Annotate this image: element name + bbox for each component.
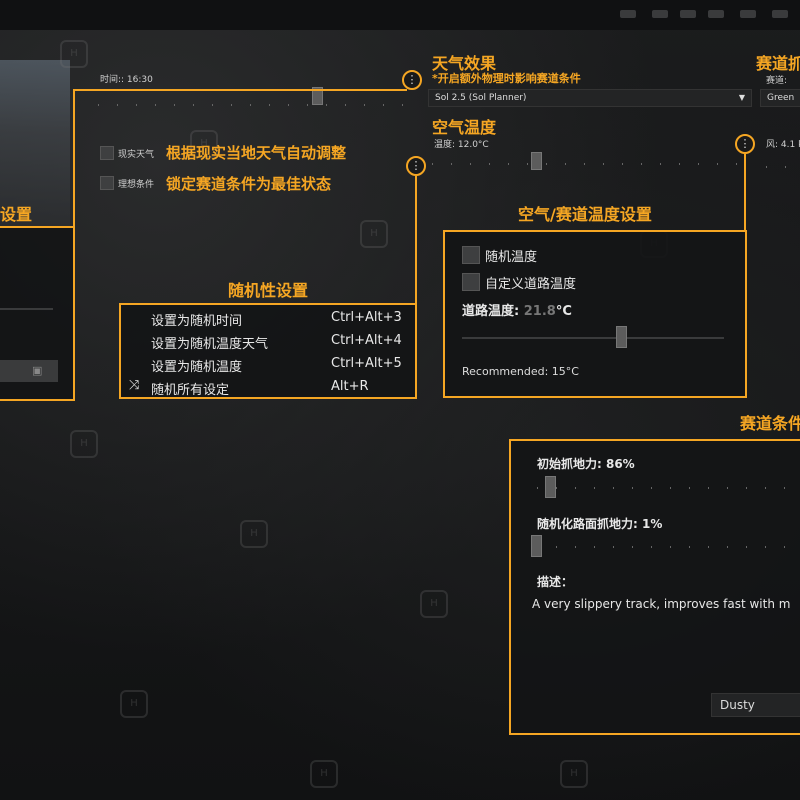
random-grip-slider-track[interactable] — [537, 546, 787, 548]
track-conditions-title: 赛道条件 — [740, 414, 800, 433]
random-options-menu-icon[interactable]: ⋮ — [406, 156, 426, 176]
recommended-temp: Recommended: 15°C — [462, 365, 579, 378]
menu-item-shortcut: Ctrl+Alt+3 — [331, 310, 402, 325]
menu-item-label: 设置为随机温度天气 — [151, 337, 269, 352]
random-grip-slider-thumb[interactable] — [531, 535, 542, 557]
window-icon[interactable] — [652, 10, 668, 18]
random-temp-checkbox[interactable] — [462, 246, 480, 264]
connector-line — [415, 176, 417, 306]
window-icon[interactable] — [740, 10, 756, 18]
menu-item-shortcut: Alt+R — [331, 379, 369, 394]
weather-options-menu-icon[interactable]: ⋮ — [402, 70, 422, 90]
ideal-conditions-annotation: 锁定赛道条件为最佳状态 — [166, 175, 332, 193]
ideal-conditions-label: 理想条件 — [118, 180, 155, 190]
initial-grip-slider-thumb[interactable] — [545, 476, 556, 498]
wind-label: 风: 4.1 k — [766, 140, 800, 150]
watermark-logo-icon: H — [310, 760, 338, 788]
air-temp-slider-thumb[interactable] — [531, 152, 542, 170]
real-weather-annotation: 根据现实当地天气自动调整 — [166, 144, 347, 162]
menu-item-random-temp[interactable]: 设置为随机温度 Ctrl+Alt+5 — [121, 353, 417, 376]
menu-item-label: 随机所有设定 — [151, 383, 230, 398]
weather-effects-dropdown[interactable]: Sol 2.5 (Sol Planner) ▼ — [428, 89, 752, 107]
track-dropdown[interactable]: Green — [760, 89, 800, 107]
window-icon[interactable] — [620, 10, 636, 18]
road-temp-slider-thumb[interactable] — [616, 326, 627, 348]
track-preset-value: Dusty — [720, 698, 755, 712]
random-settings-menu: 设置为随机时间 Ctrl+Alt+3 设置为随机温度天气 Ctrl+Alt+4 … — [119, 303, 417, 399]
menu-item-random-time[interactable]: 设置为随机时间 Ctrl+Alt+3 — [121, 307, 417, 330]
window-icon[interactable] — [680, 10, 696, 18]
time-slider-track[interactable] — [98, 104, 418, 106]
track-preset-dropdown[interactable]: Dusty — [711, 693, 800, 717]
track-value: Green — [767, 93, 795, 103]
description-text: A very slippery track, improves fast wit… — [532, 597, 791, 611]
custom-road-temp-checkbox[interactable] — [462, 273, 480, 291]
track-conditions-panel: 初始抓地力: 86% 随机化路面抓地力: 1% 描述： A very slipp… — [509, 439, 800, 735]
road-temp-value: 21.8 — [523, 304, 556, 319]
weather-effects-value: Sol 2.5 (Sol Planner) — [435, 93, 527, 103]
ideal-conditions-checkbox[interactable] — [100, 176, 114, 190]
time-label: 时间:: 16:30 — [100, 75, 153, 85]
left-settings-panel: ▣ — [0, 226, 75, 401]
menu-item-random-weather[interactable]: 设置为随机温度天气 Ctrl+Alt+4 — [121, 330, 417, 353]
random-settings-title: 随机性设置 — [228, 281, 309, 300]
watermark-logo-icon: H — [360, 220, 388, 248]
window-icon[interactable] — [708, 10, 724, 18]
menu-item-label: 设置为随机温度 — [151, 360, 243, 375]
air-temp-title: 空气温度 — [432, 118, 497, 137]
real-weather-label: 现实天气 — [118, 150, 155, 160]
connector-line — [744, 154, 746, 230]
watermark-logo-icon: H — [420, 590, 448, 618]
shuffle-icon: ⤨ — [129, 378, 140, 393]
road-temp-readout: 道路温度: 21.8°C — [462, 300, 572, 319]
chevron-down-icon: ▼ — [738, 93, 745, 102]
menu-item-shortcut: Ctrl+Alt+4 — [331, 333, 402, 348]
track-grip-title-fragment: 赛道抓 — [756, 54, 800, 73]
wind-slider-track[interactable] — [766, 166, 800, 168]
road-temp-slider-track[interactable] — [462, 337, 724, 339]
track-label: 赛道: — [766, 76, 788, 86]
random-grip-label: 随机化路面抓地力: 1% — [537, 517, 663, 531]
custom-road-temp-label: 自定义道路温度 — [485, 277, 577, 292]
menu-item-shortcut: Ctrl+Alt+5 — [331, 356, 402, 371]
connector-line — [73, 89, 407, 91]
left-input-field[interactable] — [0, 360, 58, 382]
menu-item-label: 设置为随机时间 — [151, 314, 243, 329]
road-temp-label: 道路温度: — [462, 304, 520, 319]
initial-grip-slider-track[interactable] — [537, 487, 787, 489]
watermark-logo-icon: H — [60, 40, 88, 68]
air-temp-slider-track[interactable] — [432, 163, 744, 165]
window-icon[interactable] — [772, 10, 788, 18]
air-temp-label: 温度: 12.0°C — [434, 140, 489, 150]
description-label: 描述： — [537, 575, 574, 589]
random-temp-label: 随机温度 — [485, 250, 538, 265]
temp-options-menu-icon[interactable]: ⋮ — [735, 134, 755, 154]
road-temp-unit: °C — [555, 304, 572, 319]
initial-grip-label: 初始抓地力: 86% — [537, 457, 635, 471]
left-slider-track[interactable] — [0, 308, 53, 310]
menu-item-randomize-all[interactable]: ⤨ 随机所有设定 Alt+R — [121, 376, 417, 399]
real-weather-checkbox[interactable] — [100, 146, 114, 160]
watermark-logo-icon: H — [70, 430, 98, 458]
left-panel-title: 设置 — [0, 205, 33, 224]
temp-settings-title: 空气/赛道温度设置 — [518, 205, 652, 224]
watermark-logo-icon: H — [240, 520, 268, 548]
watermark-logo-icon: H — [120, 690, 148, 718]
weather-effects-subtitle: *开启额外物理时影响赛道条件 — [432, 72, 581, 85]
watermark-logo-icon: H — [560, 760, 588, 788]
temp-settings-panel: 随机温度 自定义道路温度 道路温度: 21.8°C Recommended: 1… — [443, 230, 747, 398]
calendar-icon[interactable]: ▣ — [32, 364, 42, 377]
top-bar — [0, 0, 800, 30]
